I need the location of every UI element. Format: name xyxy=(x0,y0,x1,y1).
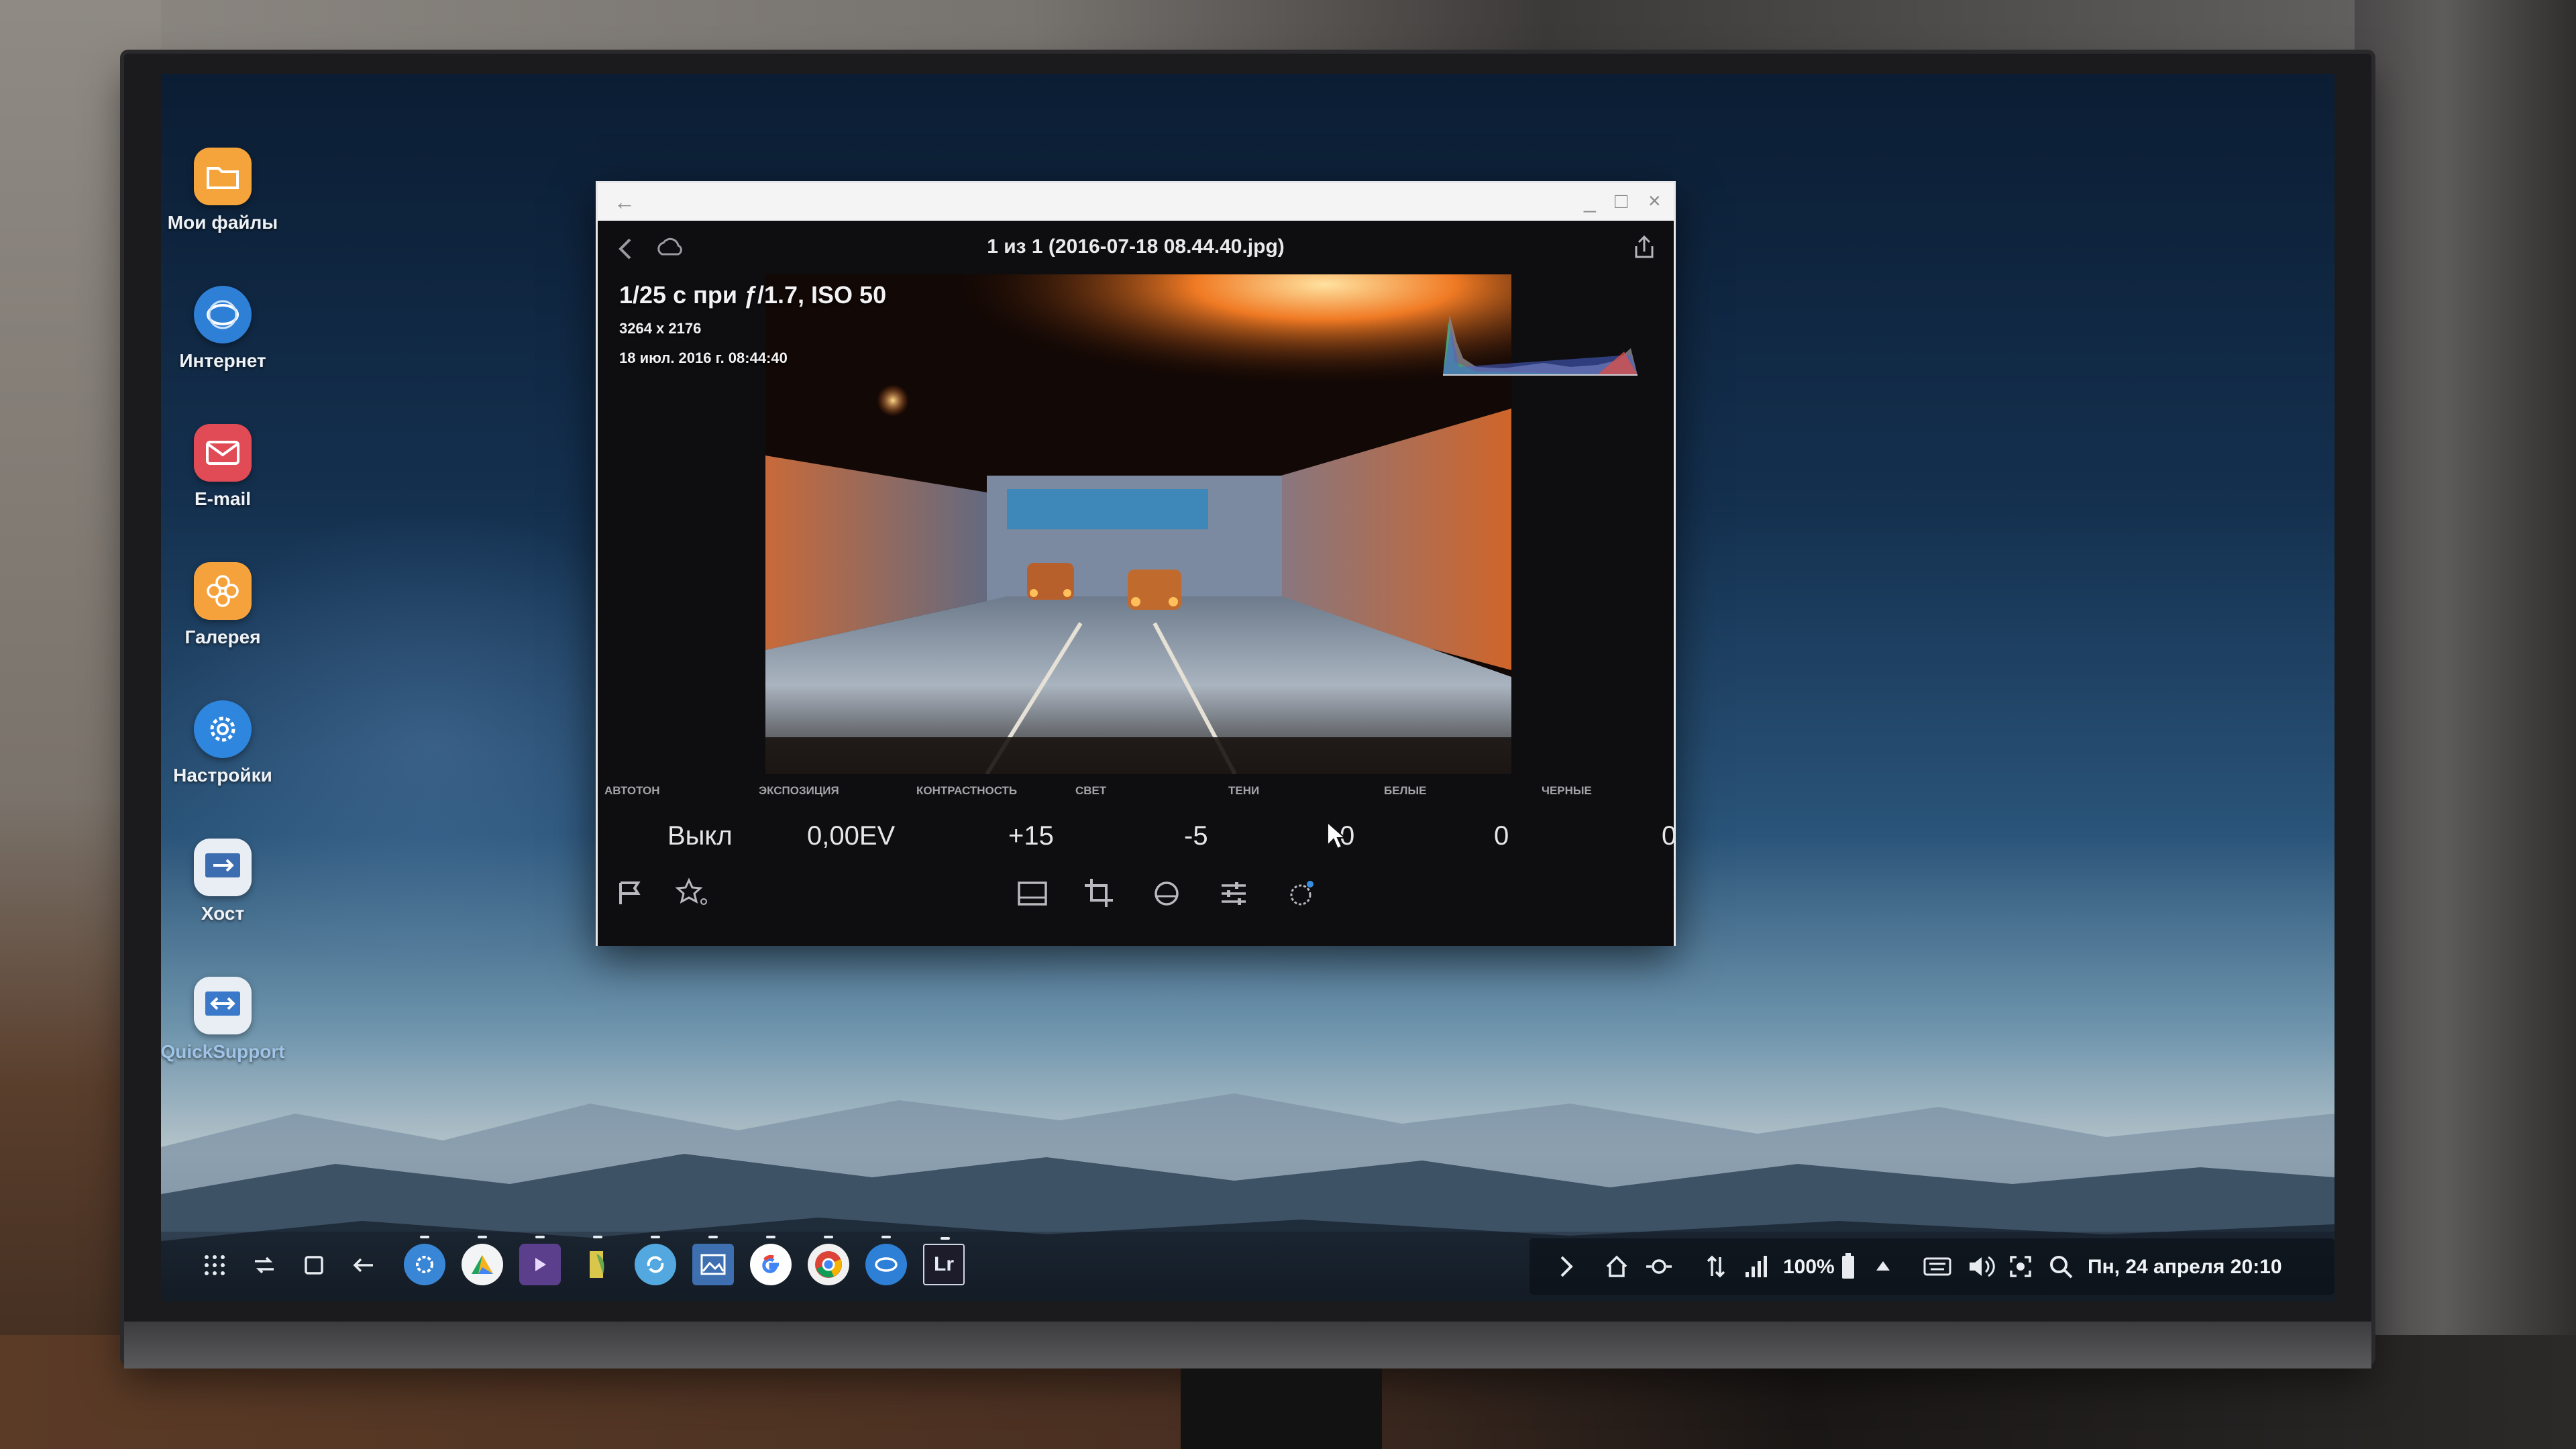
desktop-icon-label: Хост xyxy=(201,903,245,924)
desktop-icon-gallery[interactable]: Галерея xyxy=(161,562,290,648)
battery-percent: 100% xyxy=(1783,1256,1835,1278)
mouse-cursor-icon xyxy=(1327,821,1346,850)
back-arrow-icon[interactable] xyxy=(350,1252,377,1279)
data-transfer-icon[interactable] xyxy=(1704,1253,1728,1280)
adj-label-contrast: Контрастность xyxy=(916,784,1018,797)
filmstrip-icon[interactable] xyxy=(1014,875,1051,912)
adj-label-autotone: Автотон xyxy=(604,784,660,797)
filter-icon[interactable] xyxy=(1148,875,1185,912)
mail-icon xyxy=(194,424,252,482)
taskbar: Lr 100% Пн, 24 апреля 20:10 xyxy=(161,1232,2334,1301)
host-icon xyxy=(194,839,252,896)
dimensions-info: 3264 x 2176 xyxy=(619,320,702,337)
monitor-stand xyxy=(1181,1368,1382,1449)
viewer-title: 1 из 1 (2016-07-18 08.44.40.jpg) xyxy=(987,235,1285,258)
lightroom-app-icon[interactable]: Lr xyxy=(923,1237,965,1285)
sliders-icon[interactable] xyxy=(1215,875,1252,912)
adj-label-blacks: Черные xyxy=(1542,784,1592,797)
share-icon[interactable] xyxy=(1631,234,1658,261)
adj-value-autotone[interactable]: Выкл xyxy=(667,821,733,851)
globe-icon xyxy=(194,286,252,343)
minimize-button[interactable]: _ xyxy=(1584,189,1596,213)
desktop-icon-quicksupport[interactable]: QuickSupport xyxy=(161,977,290,1063)
adj-value-exposure[interactable]: 0,00EV xyxy=(807,821,895,851)
internet-app-icon[interactable] xyxy=(865,1236,907,1285)
quicksupport-icon xyxy=(194,977,252,1034)
desktop-screen: Мои файлы Интернет E-mail Галерея Настро… xyxy=(161,74,2334,1301)
adj-value-highlights[interactable]: -5 xyxy=(1184,821,1208,851)
drive-app-icon[interactable] xyxy=(462,1236,503,1285)
adj-label-exposure: Экспозиция xyxy=(759,784,839,797)
sync-app-icon[interactable] xyxy=(635,1236,676,1285)
gear-icon xyxy=(194,700,252,758)
desktop-icon-label: Настройки xyxy=(173,765,272,786)
settings-app-icon[interactable] xyxy=(404,1236,445,1285)
adj-label-highlights: Свет xyxy=(1075,784,1107,797)
volume-icon[interactable] xyxy=(1966,1253,1995,1280)
folder-icon xyxy=(194,148,252,205)
search-icon[interactable] xyxy=(2047,1253,2074,1280)
home-icon[interactable] xyxy=(301,1252,327,1279)
keyboard-icon[interactable] xyxy=(1923,1254,1952,1279)
adj-label-whites: Белые xyxy=(1384,784,1427,797)
google-app-icon[interactable] xyxy=(750,1236,792,1285)
desktop-icon-label: Галерея xyxy=(184,627,261,647)
caret-up-icon[interactable] xyxy=(1873,1256,1893,1276)
house-icon[interactable] xyxy=(1603,1253,1630,1280)
window-titlebar[interactable]: ← _ □ × xyxy=(598,183,1674,221)
desktop-icon-internet[interactable]: Интернет xyxy=(161,286,290,372)
capture-date: 18 июл. 2016 г. 08:44:40 xyxy=(619,350,788,366)
recent-apps-icon[interactable] xyxy=(251,1252,278,1279)
video-app-icon[interactable] xyxy=(519,1236,561,1285)
histogram xyxy=(1443,315,1638,376)
desktop-icon-email[interactable]: E-mail xyxy=(161,424,290,510)
adj-value-contrast[interactable]: +15 xyxy=(1008,821,1054,851)
system-tray: 100% Пн, 24 апреля 20:10 xyxy=(1529,1238,2334,1295)
apps-grid-icon[interactable] xyxy=(201,1252,228,1279)
window-back-icon[interactable]: ← xyxy=(614,190,635,215)
screen-mirror-icon[interactable] xyxy=(1644,1253,1674,1280)
editor-toolbar xyxy=(598,875,1674,922)
desktop-icon-label: E-mail xyxy=(194,488,252,509)
close-button[interactable]: × xyxy=(1648,189,1661,213)
room-wall-right xyxy=(2355,0,2576,1449)
desktop-icon-settings[interactable]: Настройки xyxy=(161,700,290,786)
screenshot-icon[interactable] xyxy=(2007,1253,2034,1280)
chrome-app-icon[interactable] xyxy=(808,1236,849,1285)
flower-icon xyxy=(194,562,252,620)
crop-icon[interactable] xyxy=(1081,875,1118,912)
adj-value-whites[interactable]: 0 xyxy=(1494,821,1509,851)
flag-icon[interactable] xyxy=(611,875,649,912)
adjustment-labels: Автотон Экспозиция Контрастность Свет Те… xyxy=(598,777,1674,804)
signal-icon xyxy=(1746,1256,1767,1277)
desktop-icon-label: QuickSupport xyxy=(161,1041,285,1062)
window-body: 1 из 1 (2016-07-18 08.44.40.jpg) 1/25 с … xyxy=(598,221,1676,946)
battery-icon xyxy=(1842,1253,1854,1279)
desktop-icon-my-files[interactable]: Мои файлы xyxy=(161,148,290,233)
desktop-icon-label: Интернет xyxy=(179,350,266,371)
clock-datetime[interactable]: Пн, 24 апреля 20:10 xyxy=(2088,1256,2282,1279)
adj-label-shadows: Тени xyxy=(1228,784,1260,797)
photo-editor-window: ← _ □ × 1 из 1 (2016-07-18 08.44.40.jpg) xyxy=(596,181,1676,946)
books-app-icon[interactable] xyxy=(577,1236,619,1285)
star-icon[interactable] xyxy=(674,875,712,912)
maximize-button[interactable]: □ xyxy=(1615,189,1627,213)
viewer-topbar: 1 из 1 (2016-07-18 08.44.40.jpg) xyxy=(598,221,1674,274)
photo-info: 1/25 с при ƒ/1.7, ISO 50 3264 x 2176 18 … xyxy=(619,281,886,367)
desktop-icon-host[interactable]: Хост xyxy=(161,839,290,924)
monitor-chin xyxy=(124,1322,2371,1368)
exposure-info: 1/25 с при ƒ/1.7, ISO 50 xyxy=(619,281,887,309)
brush-icon[interactable] xyxy=(1282,875,1320,912)
adj-value-blacks[interactable]: 0 xyxy=(1662,821,1676,851)
chevron-right-icon[interactable] xyxy=(1556,1254,1576,1279)
desktop-icon-label: Мои файлы xyxy=(167,212,278,233)
gallery-app-icon[interactable] xyxy=(692,1236,734,1285)
